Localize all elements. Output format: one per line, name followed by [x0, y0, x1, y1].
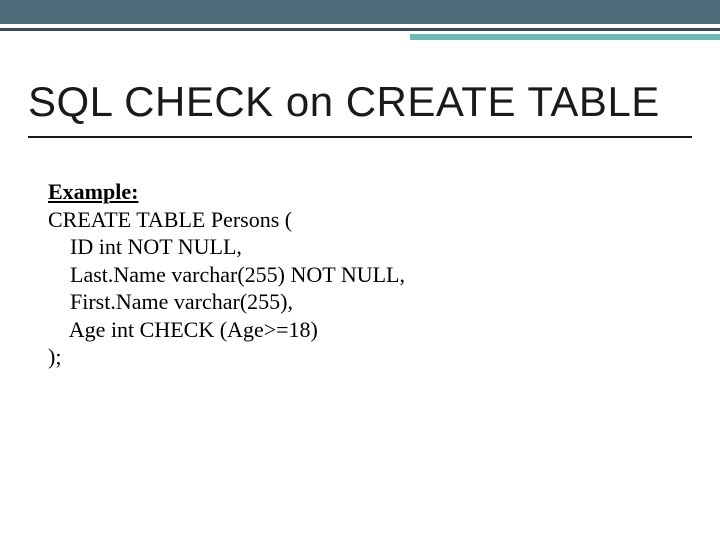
accent-line-dark	[0, 28, 720, 31]
code-line-2: ID int NOT NULL,	[48, 233, 672, 261]
code-line-1: CREATE TABLE Persons (	[48, 206, 672, 234]
slide-body: Example: CREATE TABLE Persons ( ID int N…	[48, 178, 672, 371]
accent-line-teal	[410, 34, 720, 40]
code-line-3: Last.Name varchar(255) NOT NULL,	[48, 261, 672, 289]
code-line-6: );	[48, 343, 672, 371]
slide: SQL CHECK on CREATE TABLE Example: CREAT…	[0, 0, 720, 540]
example-label: Example:	[48, 178, 672, 206]
slide-heading: SQL CHECK on CREATE TABLE	[28, 78, 660, 126]
top-band	[0, 0, 720, 24]
code-line-4: First.Name varchar(255),	[48, 288, 672, 316]
heading-divider	[28, 136, 692, 138]
code-line-5: Age int CHECK (Age>=18)	[48, 316, 672, 344]
